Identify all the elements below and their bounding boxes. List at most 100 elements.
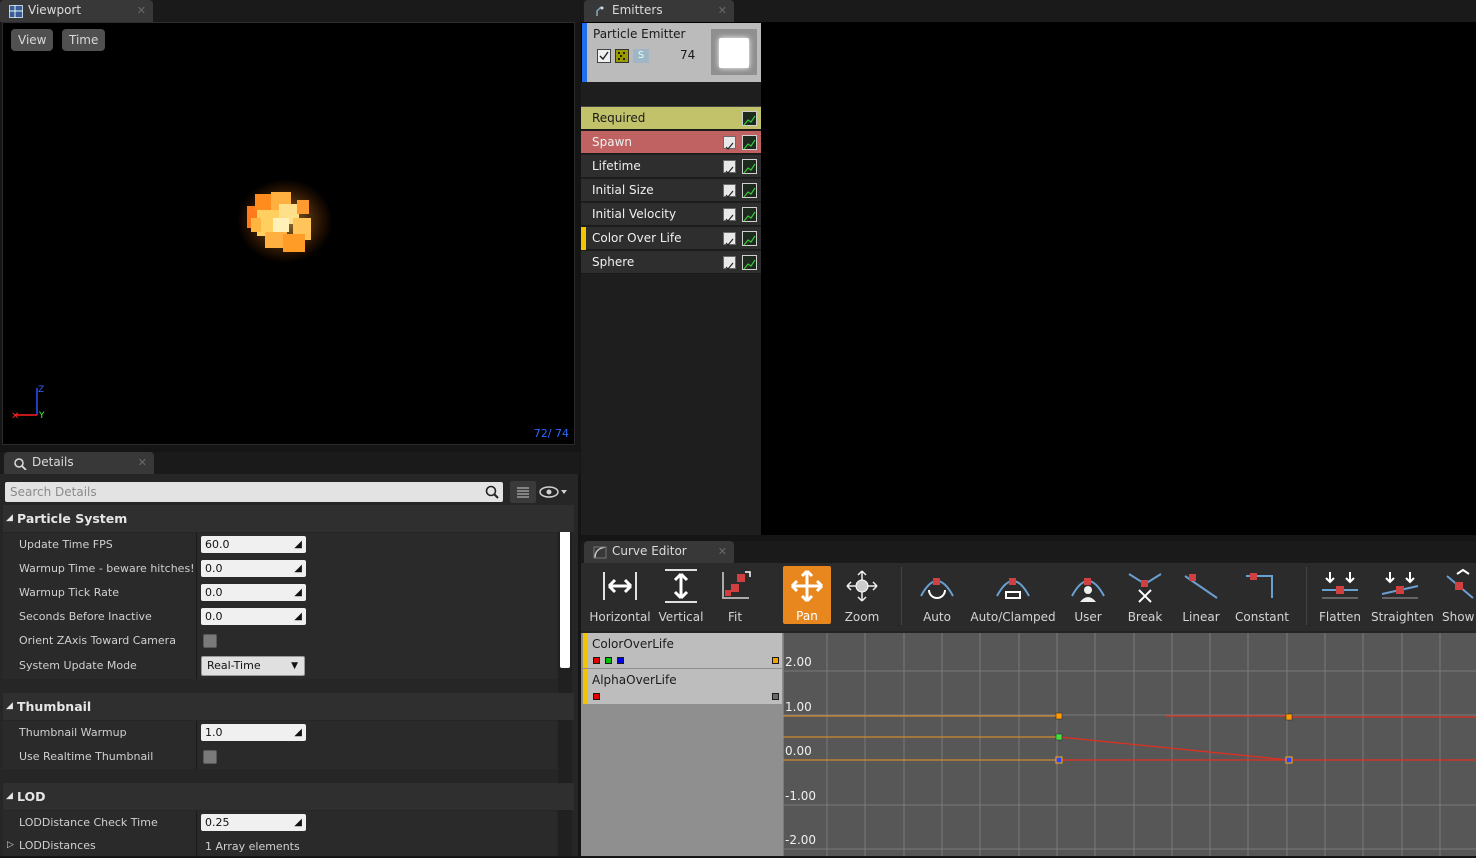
curve-key[interactable]	[1055, 712, 1063, 720]
constant-tangent-button[interactable]: Constant	[1231, 563, 1293, 625]
axis-gizmo-icon: ✕ Z Y	[11, 385, 45, 422]
curve-graph-icon[interactable]	[742, 207, 757, 222]
section-particle-system[interactable]: ◢ Particle System	[3, 505, 574, 532]
auto-tangent-button[interactable]: Auto	[911, 563, 963, 625]
blue-channel-toggle[interactable]	[617, 657, 624, 664]
collapse-arrow-icon: ◢	[6, 791, 13, 801]
close-icon[interactable]: ✕	[137, 0, 146, 21]
user-tangent-button[interactable]: User	[1063, 563, 1113, 625]
search-icon[interactable]	[484, 484, 500, 500]
orient-zaxis-checkbox[interactable]	[203, 634, 217, 648]
close-icon[interactable]: ✕	[718, 0, 727, 21]
seconds-before-inactive-input[interactable]: 0.0 ◢	[201, 608, 306, 625]
resize-arrow-icon: ◢	[294, 817, 302, 828]
horizontal-fit-icon	[603, 572, 637, 600]
curve-graph-icon[interactable]	[742, 159, 757, 174]
tab-details[interactable]: Details ✕	[4, 452, 154, 474]
show-button[interactable]: Show	[1433, 563, 1476, 625]
details-scrollbar-thumb[interactable]	[560, 508, 570, 668]
module-initial-size[interactable]: Initial Size	[581, 179, 761, 202]
module-spawn[interactable]: Spawn	[581, 131, 761, 154]
curve-track-alpha-over-life[interactable]: AlphaOverLife	[583, 669, 782, 704]
curve-key[interactable]	[1285, 713, 1293, 721]
render-mode-icon[interactable]	[615, 49, 629, 63]
break-tangent-button[interactable]: Break	[1119, 563, 1171, 625]
section-thumbnail[interactable]: ◢ Thumbnail	[3, 693, 574, 720]
module-lifetime[interactable]: Lifetime	[581, 155, 761, 178]
fit-icon	[722, 571, 751, 599]
module-required[interactable]: Required	[581, 107, 761, 130]
zoom-icon	[846, 570, 878, 602]
curve-key[interactable]	[1285, 756, 1293, 764]
thumbnail-warmup-input[interactable]: 1.0 ◢	[201, 724, 306, 741]
module-color-over-life[interactable]: Color Over Life	[581, 227, 761, 250]
module-enable-checkbox[interactable]	[723, 184, 736, 198]
curve-graph[interactable]: 2.00 1.00 0.00 -1.00 -2.00	[783, 633, 1476, 856]
particle-effect	[237, 179, 331, 263]
user-tangent-icon	[1071, 578, 1105, 602]
prop-warmup-time: Warmup Time - beware hitches! 0.0 ◢	[3, 557, 557, 581]
warmup-time-input[interactable]: 0.0 ◢	[201, 560, 306, 577]
property-matrix-button[interactable]	[510, 481, 536, 503]
curve-graph-icon[interactable]	[742, 255, 757, 270]
view-button[interactable]: View	[11, 29, 54, 51]
red-channel-toggle[interactable]	[593, 657, 600, 664]
module-enable-checkbox[interactable]	[723, 232, 736, 246]
vertical-fit-button[interactable]: Vertical	[655, 563, 707, 625]
fit-button[interactable]: Fit	[713, 563, 757, 625]
module-enable-checkbox[interactable]	[723, 136, 736, 150]
visibility-eye-icon[interactable]	[539, 484, 571, 500]
curve-key[interactable]	[1055, 733, 1063, 741]
zoom-button[interactable]: Zoom	[838, 563, 886, 625]
pan-button[interactable]: Pan	[783, 566, 831, 624]
time-button[interactable]: Time	[62, 29, 106, 51]
pan-icon	[790, 569, 824, 603]
emitter-enable-checkbox[interactable]	[597, 49, 611, 63]
module-enable-checkbox[interactable]	[723, 208, 736, 222]
curve-visibility-toggle[interactable]	[772, 693, 779, 700]
system-update-mode-dropdown[interactable]: Real-Time ▼	[201, 656, 305, 676]
prop-update-time-fps: Update Time FPS 60.0 ◢	[3, 533, 557, 557]
resize-arrow-icon: ◢	[294, 587, 302, 598]
checkmark-icon	[725, 238, 734, 246]
prop-lod-distances[interactable]: ▷ LODDistances 1 Array elements	[3, 835, 557, 856]
y-label: -1.00	[785, 789, 816, 803]
horizontal-fit-button[interactable]: Horizontal	[587, 563, 653, 625]
flatten-button[interactable]: Flatten	[1313, 563, 1367, 625]
auto-clamped-tangent-button[interactable]: Auto/Clamped	[969, 563, 1057, 625]
module-initial-velocity[interactable]: Initial Velocity	[581, 203, 761, 226]
straighten-button[interactable]: Straighten	[1371, 563, 1434, 625]
expand-arrow-icon[interactable]: ▷	[7, 835, 14, 856]
resize-arrow-icon: ◢	[294, 611, 302, 622]
curve-graph-icon[interactable]	[742, 111, 757, 126]
curve-key[interactable]	[1055, 756, 1063, 764]
emitter-header[interactable]: Particle Emitter S 74	[582, 23, 761, 82]
warmup-tick-rate-input[interactable]: 0.0 ◢	[201, 584, 306, 601]
prop-use-realtime-thumbnail: Use Realtime Thumbnail	[3, 745, 557, 769]
close-icon[interactable]: ✕	[718, 541, 727, 562]
curve-graph-icon[interactable]	[742, 231, 757, 246]
details-search-input[interactable]: Search Details	[5, 482, 503, 502]
module-enable-checkbox[interactable]	[723, 256, 736, 270]
tab-curve-editor[interactable]: Curve Editor ✕	[584, 541, 734, 563]
tab-emitters[interactable]: Emitters ✕	[584, 0, 734, 22]
module-enable-checkbox[interactable]	[723, 160, 736, 174]
linear-tangent-button[interactable]: Linear	[1175, 563, 1227, 625]
curve-graph-icon[interactable]	[742, 135, 757, 150]
curve-track-color-over-life[interactable]: ColorOverLife	[583, 633, 782, 668]
viewport-canvas[interactable]: View Time ✕ Z Y 72/ 74	[2, 22, 575, 445]
y-axis-labels: 2.00 1.00 0.00 -1.00 -2.00	[785, 655, 816, 847]
red-channel-toggle[interactable]	[593, 693, 600, 700]
green-channel-toggle[interactable]	[605, 657, 612, 664]
curve-visibility-toggle[interactable]	[772, 657, 779, 664]
update-time-fps-input[interactable]: 60.0 ◢	[201, 536, 306, 553]
lod-distance-check-time-input[interactable]: 0.25 ◢	[201, 814, 306, 831]
curve-graph-icon[interactable]	[742, 183, 757, 198]
section-lod[interactable]: ◢ LOD	[3, 783, 574, 810]
module-sphere[interactable]: Sphere	[581, 251, 761, 274]
solo-toggle[interactable]: S	[633, 49, 649, 63]
close-icon[interactable]: ✕	[138, 452, 147, 473]
use-realtime-thumbnail-checkbox[interactable]	[203, 750, 217, 764]
curve-graph-canvas[interactable]: 2.00 1.00 0.00 -1.00 -2.00	[783, 633, 1476, 856]
tab-viewport[interactable]: Viewport ✕	[0, 0, 153, 22]
